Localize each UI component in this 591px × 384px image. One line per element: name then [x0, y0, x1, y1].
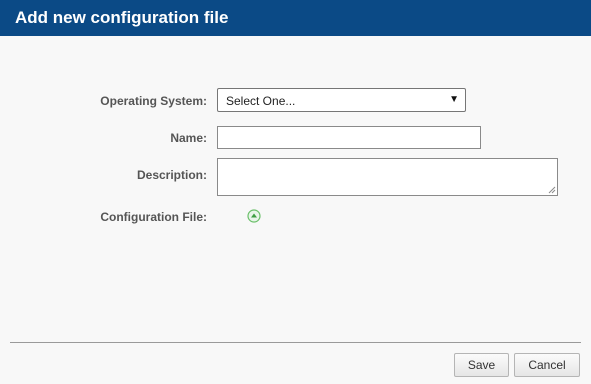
cancel-button[interactable]: Cancel [514, 353, 580, 377]
resize-grip-icon[interactable] [548, 186, 556, 194]
description-label: Description: [136, 168, 207, 182]
operating-system-select[interactable]: Select One... ▼ [217, 88, 466, 112]
operating-system-label: Operating System: [100, 94, 207, 108]
dialog-title: Add new configuration file [15, 8, 229, 27]
upload-icon[interactable] [247, 209, 261, 223]
name-label: Name: [170, 131, 207, 145]
save-button[interactable]: Save [454, 353, 509, 377]
footer-divider [10, 342, 581, 343]
description-textarea[interactable] [217, 158, 558, 196]
name-input[interactable] [217, 126, 481, 149]
dialog-header: Add new configuration file [0, 0, 591, 36]
configuration-file-label: Configuration File: [100, 210, 207, 224]
dropdown-arrow-icon: ▼ [449, 94, 459, 105]
operating-system-selected-value: Select One... [226, 94, 296, 108]
